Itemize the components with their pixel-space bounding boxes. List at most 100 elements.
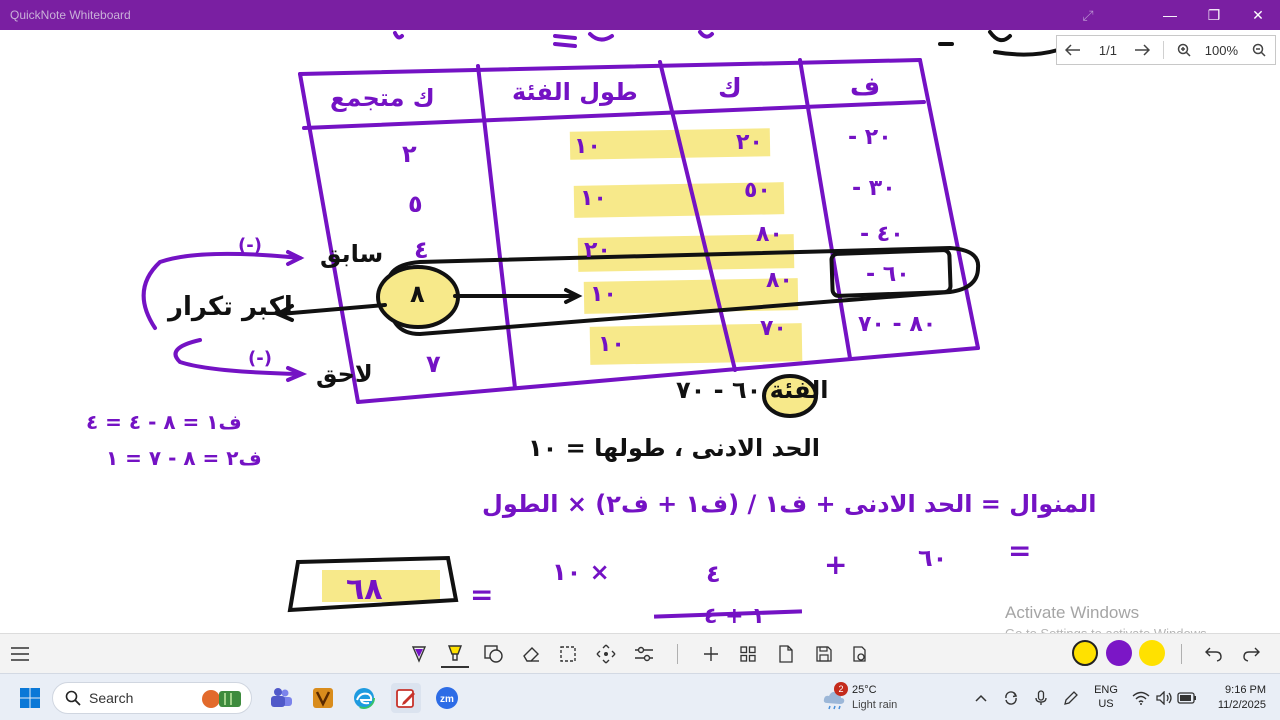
pen-icon [411,646,427,663]
edge-icon [353,687,375,709]
show-hidden-icons-button[interactable] [970,687,992,709]
drawing-toolbar [0,633,1280,673]
next-page-button[interactable] [1126,36,1159,64]
page-indicator: 1/1 [1098,42,1117,58]
taskbar-search[interactable]: Search [52,682,252,714]
color-swatch-purple[interactable] [1106,640,1132,666]
zoom-level: 100% [1204,42,1238,58]
minimize-button[interactable]: — [1148,0,1192,30]
sync-icon [1005,691,1018,705]
speaker-icon [1156,691,1172,705]
pen-tray-button[interactable] [1060,687,1082,709]
windows-logo-icon [20,688,40,708]
class-note: الفئة ٦٠ - ٧٠ [676,376,829,404]
app-title: QuickNote Whiteboard [10,8,131,22]
mode-formula: المنوال = الحد الادنى + ف١ / (ف١ + ف٢) ×… [482,490,1097,518]
sliders-icon [635,646,653,662]
weather-widget[interactable]: 2 25°C Light rain [822,682,922,714]
search-icon [65,690,81,706]
label-next: لاحق [316,360,373,388]
sub-sixty: ٦٠ [918,544,948,572]
weather-condition: Light rain [852,699,898,711]
zoom-out-button[interactable] [1242,36,1275,64]
undo-button[interactable] [1200,640,1228,668]
zoom-out-icon [1252,43,1266,57]
pan-tool[interactable] [592,640,620,668]
eraser-tool[interactable] [517,640,545,668]
highlighter-tool[interactable] [441,640,469,668]
select-tool[interactable] [554,640,582,668]
svg-text:zm: zm [440,694,454,705]
lower-limit-note: الحد الادنى ، طولها = ١٠ [528,434,820,462]
undo-icon [1205,647,1222,662]
system-clock[interactable]: 9:16 PM 11/2/2025 [1200,683,1276,713]
media-app[interactable] [308,683,338,713]
menu-button[interactable] [6,640,34,668]
pen-menu-icon [1064,691,1078,705]
pages-grid-button[interactable] [734,640,762,668]
whiteboard-icon [396,689,415,708]
volume-tray-button[interactable] [1154,687,1176,709]
battery-icon [1177,692,1196,704]
label-minus-top: (-) [238,235,262,256]
weather-alert-badge: 2 [834,682,848,696]
document-icon [779,645,793,663]
shape-tool[interactable] [480,640,508,668]
label-minus-bottom: (-) [248,348,272,369]
expand-icon[interactable]: ⤢ [1066,0,1110,30]
wifi-icon [1132,691,1150,705]
lasso-select-icon [560,646,576,662]
color-swatch-yellow[interactable] [1072,640,1098,666]
pager-divider [1162,41,1164,59]
save-button[interactable] [810,640,838,668]
whiteboard-canvas[interactable]: ك متجمع طول الفئة ك ف ٢٠ - ٣٠ - ٤٠ - ٦٠ … [0,30,1280,633]
sync-tray-button[interactable] [1000,687,1022,709]
add-page-button[interactable] [697,640,725,668]
settings-tool[interactable] [630,640,658,668]
zoom-in-button[interactable] [1168,36,1201,64]
sub-numerator: ٤ [706,560,721,588]
export-icon [853,646,866,662]
arrow-left-icon [1065,44,1081,56]
microphone-tray-button[interactable] [1030,687,1052,709]
sub-denominator: ١ + ٤ [704,604,765,629]
wifi-tray-button[interactable] [1130,687,1152,709]
watermark-title: Activate Windows [1005,603,1140,622]
color-swatch-yellow-2[interactable] [1139,640,1165,666]
prev-page-button[interactable] [1057,36,1090,64]
zoom-in-icon [1177,43,1191,57]
maximize-button[interactable]: ❐ [1192,0,1236,30]
new-file-button[interactable] [772,640,800,668]
whiteboard-app[interactable] [391,683,421,713]
export-button[interactable] [846,640,874,668]
page-navigator: 1/1 100% [1056,35,1276,65]
move-icon [596,644,616,664]
answer-eq-sign: = [470,578,494,611]
teams-app[interactable] [266,683,296,713]
chevron-up-icon [975,694,987,702]
label-prev: سابق [320,240,384,268]
microphone-icon [1035,690,1047,705]
highlighter-icon [447,645,463,661]
toolbar-divider-2 [1181,644,1182,664]
answer-value: ٦٨ [346,572,383,607]
save-icon [816,646,832,662]
f1-eq: ف١ = ٨ - ٤ = ٤ [86,410,242,434]
pen-tool[interactable] [405,640,433,668]
sub-plus: + [824,548,848,581]
label-max: اكبر تكرار [168,292,293,322]
windows-taskbar: Search zm 2 25°C Light rain ENG US 9:16 … [0,673,1280,720]
grid-icon [740,646,756,662]
zoom-app[interactable]: zm [432,683,462,713]
redo-button[interactable] [1237,640,1265,668]
annotations: سابق اكبر تكرار لاحق (-) (-) الفئة ٦٠ - … [0,30,1280,633]
clock-date: 11/2/2025 [1217,699,1266,711]
battery-tray-button[interactable] [1176,687,1198,709]
start-button[interactable] [15,683,45,713]
close-button[interactable]: ✕ [1236,0,1280,30]
arrow-right-icon [1135,44,1151,56]
edge-app[interactable] [349,683,379,713]
redo-icon [1243,647,1260,662]
language-indicator[interactable]: ENG US [1088,683,1124,711]
title-bar: QuickNote Whiteboard ⤢ — ❐ ✕ [0,0,1280,30]
